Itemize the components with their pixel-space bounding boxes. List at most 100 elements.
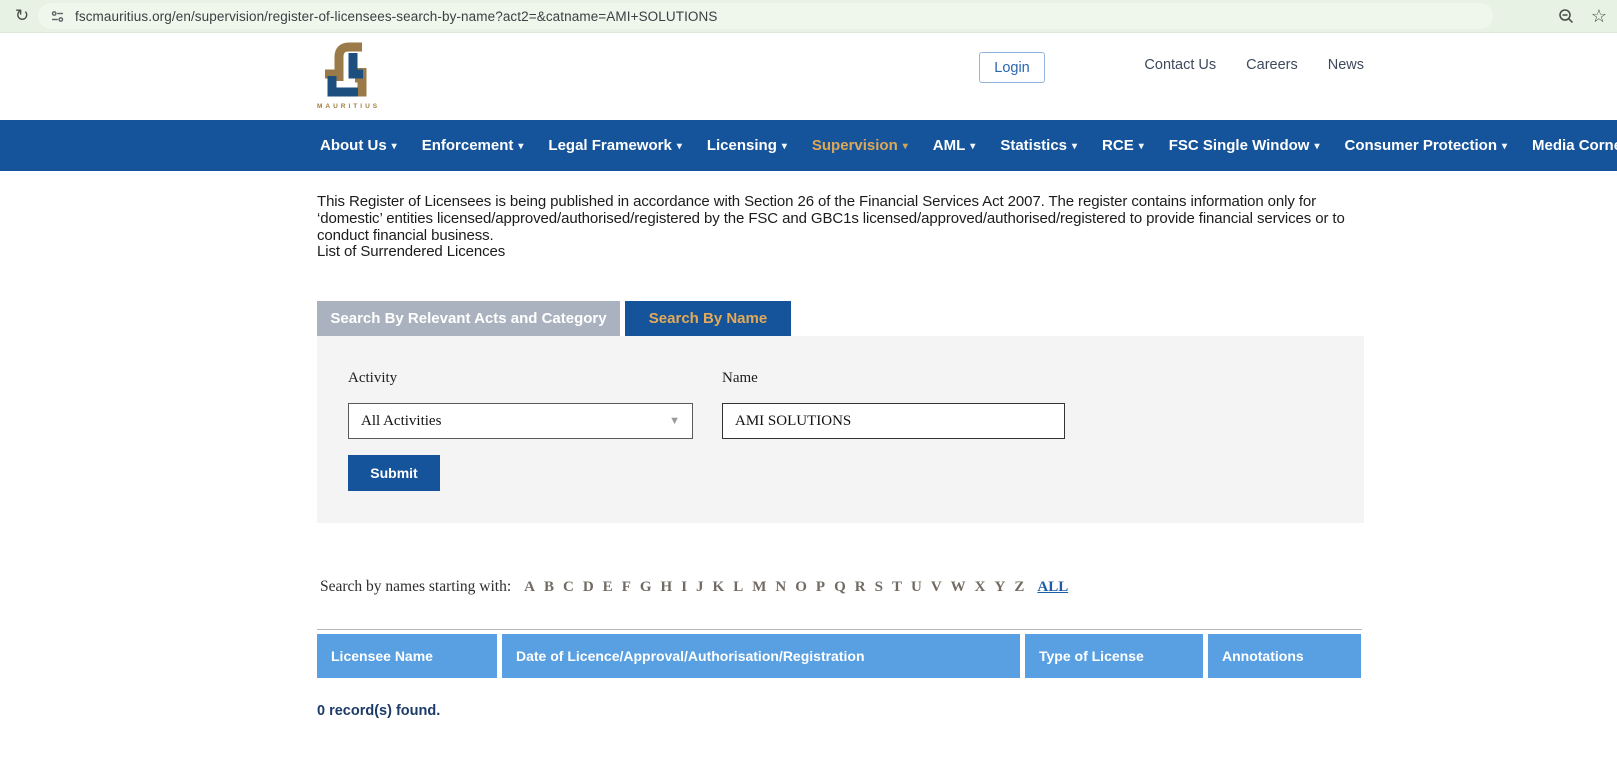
nav-item[interactable]: Statistics ▾ <box>1000 137 1077 154</box>
nav-item-label: FSC Single Window <box>1169 137 1310 154</box>
chevron-down-icon: ▾ <box>518 141 523 152</box>
chevron-down-icon: ▾ <box>782 141 787 152</box>
alphabet-letter-link[interactable]: Z <box>1013 579 1025 596</box>
alphabet-letter-link[interactable]: K <box>712 579 726 596</box>
nav-item[interactable]: Supervision ▾ <box>812 137 908 154</box>
alphabet-letter-link[interactable]: E <box>602 579 614 596</box>
logo-caption: MAURITIUS <box>317 103 387 110</box>
name-input[interactable] <box>722 403 1065 439</box>
reload-icon[interactable]: ↻ <box>10 4 34 28</box>
search-form-panel: Activity Name All Activities ▼ Submit <box>317 336 1364 523</box>
alphabet-letter-link[interactable]: J <box>695 579 705 596</box>
nav-item-label: AML <box>933 137 966 154</box>
header-link[interactable]: Contact Us <box>1144 57 1216 73</box>
activity-select[interactable]: All Activities ▼ <box>348 403 693 439</box>
surrendered-licences-link[interactable]: List of Surrendered Licences <box>317 243 505 260</box>
nav-item[interactable]: Licensing ▾ <box>707 137 787 154</box>
alphabet-letter-link[interactable]: S <box>874 579 884 596</box>
nav-item-label: Legal Framework <box>548 137 671 154</box>
nav-item-label: RCE <box>1102 137 1134 154</box>
alphabet-letter-link[interactable]: V <box>930 579 943 596</box>
nav-item[interactable]: Consumer Protection ▾ <box>1344 137 1507 154</box>
site-header: MAURITIUS Contact Us Careers News Login <box>0 33 1617 120</box>
nav-item-label: Supervision <box>812 137 898 154</box>
alphabet-letter-link[interactable]: D <box>582 579 595 596</box>
nav-item[interactable]: Media Corner ▾ <box>1532 137 1617 154</box>
search-tabs: Search By Relevant Acts and Category Sea… <box>317 301 1364 336</box>
nav-item[interactable]: RCE ▾ <box>1102 137 1144 154</box>
alphabet-filter: Search by names starting with: ABCDEFGHI… <box>317 578 1364 596</box>
alphabet-letter-link[interactable]: N <box>774 579 787 596</box>
chevron-down-icon: ▾ <box>903 141 908 152</box>
alphabet-letter-link[interactable]: L <box>732 579 744 596</box>
activity-select-value: All Activities <box>361 413 669 430</box>
alphabet-letter-link[interactable]: I <box>680 579 688 596</box>
url-bar[interactable]: fscmauritius.org/en/supervision/register… <box>38 3 1493 29</box>
register-intro: This Register of Licensees is being publ… <box>317 194 1364 261</box>
chevron-down-icon: ▾ <box>677 141 682 152</box>
alphabet-letter-link[interactable]: H <box>660 579 674 596</box>
chevron-down-icon: ▾ <box>1072 141 1077 152</box>
table-header-cell: Type of License <box>1025 634 1203 678</box>
bookmark-star-icon[interactable]: ☆ <box>1591 7 1607 25</box>
nav-item-label: Statistics <box>1000 137 1067 154</box>
main-navigation: About Us ▾ Enforcement ▾ Legal Framework… <box>0 120 1617 171</box>
alphabet-letter-link[interactable]: R <box>854 579 867 596</box>
record-count-text: 0 record(s) found. <box>317 703 1364 719</box>
header-link[interactable]: News <box>1328 57 1364 73</box>
alphabet-letter-link[interactable]: T <box>891 579 903 596</box>
nav-item[interactable]: Legal Framework ▾ <box>548 137 681 154</box>
alphabet-letter-link[interactable]: B <box>543 579 555 596</box>
site-info-icon[interactable] <box>50 9 65 24</box>
alphabet-letter-link[interactable]: O <box>794 579 808 596</box>
intro-paragraph: This Register of Licensees is being publ… <box>317 193 1345 244</box>
fsc-logo[interactable]: MAURITIUS <box>317 41 387 110</box>
name-label: Name <box>722 370 758 387</box>
nav-item-label: Enforcement <box>422 137 514 154</box>
nav-item[interactable]: AML ▾ <box>933 137 976 154</box>
fsc-logo-icon <box>317 41 373 101</box>
login-button[interactable]: Login <box>979 52 1045 83</box>
nav-item-label: Consumer Protection <box>1344 137 1497 154</box>
nav-item-label: Licensing <box>707 137 777 154</box>
header-link[interactable]: Careers <box>1246 57 1298 73</box>
chevron-down-icon: ▼ <box>669 415 680 427</box>
table-header-cell: Licensee Name <box>317 634 497 678</box>
tab-search-by-acts-category[interactable]: Search By Relevant Acts and Category <box>317 301 620 336</box>
nav-item-label: Media Corner <box>1532 137 1617 154</box>
table-header-cell: Annotations <box>1208 634 1361 678</box>
nav-item-label: About Us <box>320 137 387 154</box>
url-text[interactable]: fscmauritius.org/en/supervision/register… <box>75 9 717 24</box>
zoom-out-icon[interactable] <box>1558 8 1575 25</box>
submit-button[interactable]: Submit <box>348 455 440 491</box>
alphabet-letter-link[interactable]: P <box>815 579 826 596</box>
results-table-header: Licensee NameDate of Licence/Approval/Au… <box>317 634 1364 678</box>
tab-search-by-name[interactable]: Search By Name <box>625 301 791 336</box>
activity-label: Activity <box>348 370 397 387</box>
nav-item[interactable]: Enforcement ▾ <box>422 137 524 154</box>
alphabet-all-link[interactable]: ALL <box>1037 579 1068 596</box>
page-content: This Register of Licensees is being publ… <box>317 194 1364 719</box>
alphabet-letter-link[interactable]: A <box>523 579 536 596</box>
alphabet-letter-link[interactable]: Y <box>994 579 1007 596</box>
alphabet-letter-link[interactable]: U <box>910 579 923 596</box>
nav-item[interactable]: FSC Single Window ▾ <box>1169 137 1320 154</box>
alphabet-letter-link[interactable]: W <box>950 579 967 596</box>
alphabet-letter-link[interactable]: X <box>974 579 987 596</box>
table-header-cell: Date of Licence/Approval/Authorisation/R… <box>502 634 1020 678</box>
alphabet-letter-link[interactable]: Q <box>833 579 847 596</box>
chevron-down-icon: ▾ <box>970 141 975 152</box>
chevron-down-icon: ▾ <box>1502 141 1507 152</box>
alphabet-letter-link[interactable]: G <box>639 579 653 596</box>
header-links: Contact Us Careers News <box>1144 57 1364 73</box>
alphabet-letter-link[interactable]: C <box>562 579 575 596</box>
chevron-down-icon: ▾ <box>1314 141 1319 152</box>
chevron-down-icon: ▾ <box>392 141 397 152</box>
chevron-down-icon: ▾ <box>1139 141 1144 152</box>
alphabet-label: Search by names starting with: <box>320 578 511 596</box>
nav-item[interactable]: About Us ▾ <box>320 137 397 154</box>
browser-toolbar: ↻ fscmauritius.org/en/supervision/regist… <box>0 0 1617 33</box>
alphabet-letter-link[interactable]: F <box>621 579 632 596</box>
alphabet-letter-link[interactable]: M <box>751 579 767 596</box>
table-top-divider <box>317 629 1362 630</box>
